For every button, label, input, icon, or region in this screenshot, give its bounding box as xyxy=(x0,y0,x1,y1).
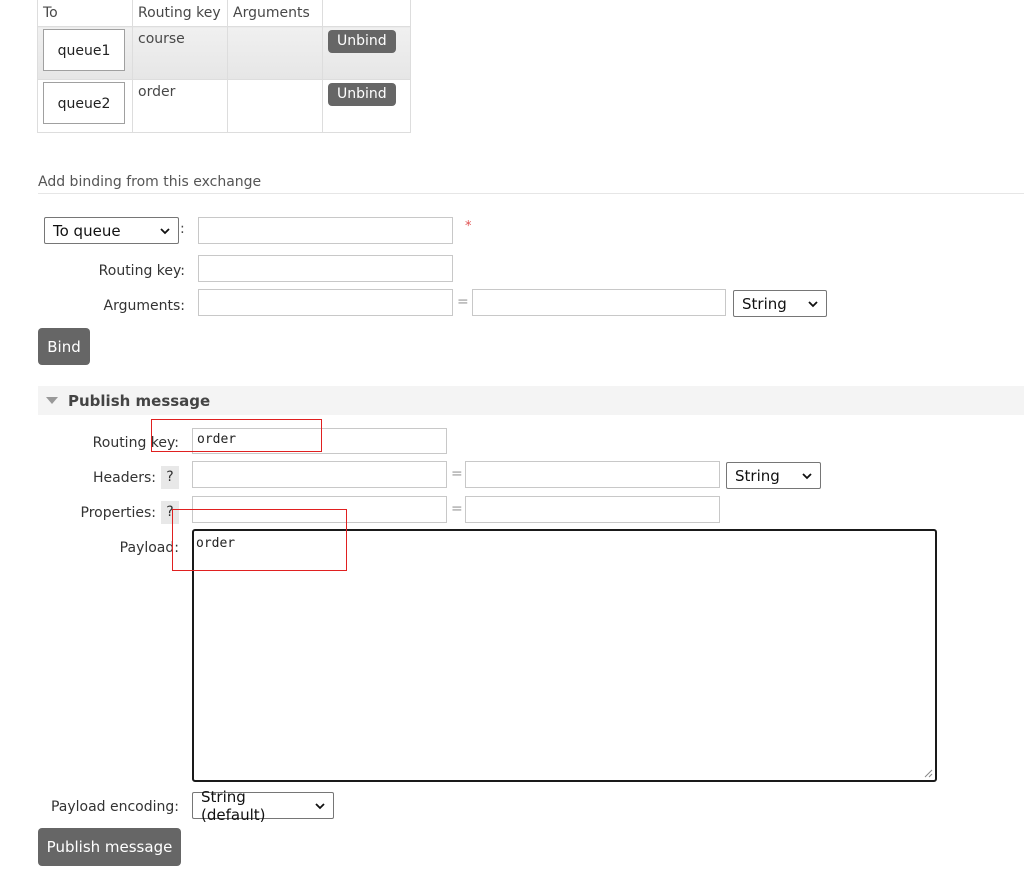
argument-key-input[interactable] xyxy=(198,289,453,316)
header-value-input[interactable] xyxy=(465,461,720,488)
destination-colon: : xyxy=(180,221,185,237)
bindings-table: To Routing key Arguments queue1 course U… xyxy=(37,0,411,133)
collapse-arrow-icon xyxy=(46,397,58,404)
publish-routing-key-input[interactable]: order xyxy=(192,428,447,454)
column-header-to: To xyxy=(37,0,133,27)
argument-type-select[interactable]: String xyxy=(733,290,827,317)
payload-encoding-value: String (default) xyxy=(201,787,266,824)
column-header-routing-key: Routing key xyxy=(132,0,228,27)
section-divider xyxy=(38,193,1024,194)
action-cell: Unbind xyxy=(322,26,411,80)
chevron-down-icon xyxy=(808,300,818,307)
headers-help-icon[interactable]: ? xyxy=(161,466,179,489)
queue-link[interactable]: queue1 xyxy=(43,29,125,71)
binding-arguments-label: Arguments: xyxy=(103,298,185,314)
routing-key-value: course xyxy=(138,31,185,47)
unbind-button[interactable]: Unbind xyxy=(328,30,396,53)
table-header-row: To Routing key Arguments xyxy=(37,0,411,27)
arguments-cell xyxy=(227,79,323,133)
payload-encoding-label: Payload encoding: xyxy=(50,799,179,815)
resize-handle-icon[interactable] xyxy=(923,768,933,778)
binding-destination-cell: queue1 xyxy=(37,26,133,80)
equals-sign: = xyxy=(451,466,463,482)
destination-name-input[interactable] xyxy=(198,217,453,244)
equals-sign: = xyxy=(451,501,463,517)
binding-destination-cell: queue2 xyxy=(37,79,133,133)
table-row: queue1 course Unbind xyxy=(37,26,411,80)
header-type-value: String xyxy=(735,466,780,485)
chevron-down-icon xyxy=(160,227,170,234)
routing-key-value: order xyxy=(138,84,176,100)
arguments-cell xyxy=(227,26,323,80)
table-row: queue2 order Unbind xyxy=(37,79,411,133)
header-type-select[interactable]: String xyxy=(726,462,821,489)
payload-label: Payload: xyxy=(119,540,179,556)
property-key-input[interactable] xyxy=(192,496,447,523)
properties-label: Properties: xyxy=(80,505,156,521)
argument-value-input[interactable] xyxy=(472,289,726,316)
chevron-down-icon xyxy=(315,802,325,809)
headers-label: Headers: xyxy=(93,470,156,486)
equals-sign: = xyxy=(457,294,469,310)
publish-message-title: Publish message xyxy=(68,391,211,410)
payload-encoding-select[interactable]: String (default) xyxy=(192,788,334,824)
chevron-down-icon xyxy=(802,472,812,479)
binding-routing-key-input[interactable] xyxy=(198,255,453,282)
column-header-actions xyxy=(322,0,411,27)
payload-text: order xyxy=(196,536,236,551)
payload-textarea[interactable]: order xyxy=(192,529,937,782)
queue-link[interactable]: queue2 xyxy=(43,82,125,124)
routing-key-cell: course xyxy=(132,26,228,80)
properties-help-icon[interactable]: ? xyxy=(161,501,179,524)
argument-type-value: String xyxy=(742,294,787,313)
header-key-input[interactable] xyxy=(192,461,447,488)
publish-routing-key-label: Routing key: xyxy=(92,435,179,451)
column-header-arguments: Arguments xyxy=(227,0,323,27)
required-indicator: * xyxy=(465,219,472,234)
binding-routing-key-label: Routing key: xyxy=(98,263,185,279)
destination-type-select[interactable]: To queue xyxy=(44,217,179,244)
unbind-button[interactable]: Unbind xyxy=(328,83,396,106)
publish-message-button[interactable]: Publish message xyxy=(38,828,181,866)
add-binding-title: Add binding from this exchange xyxy=(38,174,262,190)
destination-type-value: To queue xyxy=(53,221,121,240)
action-cell: Unbind xyxy=(322,79,411,133)
routing-key-cell: order xyxy=(132,79,228,133)
bind-button[interactable]: Bind xyxy=(38,328,90,365)
property-value-input[interactable] xyxy=(465,496,720,523)
publish-message-toggle[interactable]: Publish message xyxy=(38,386,1024,415)
